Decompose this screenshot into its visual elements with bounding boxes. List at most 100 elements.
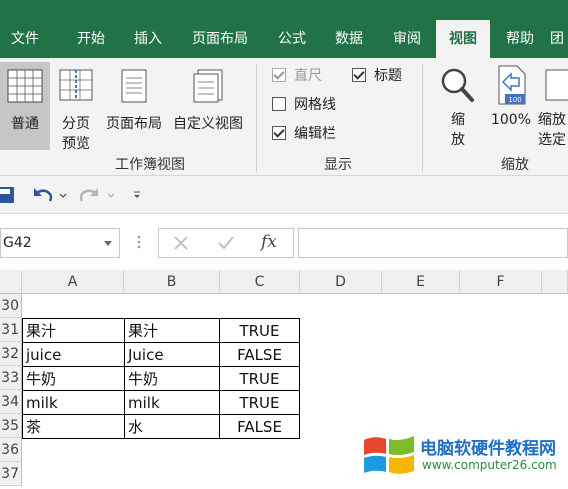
page-break-preview-icon [59, 69, 93, 101]
column-header-d[interactable]: D [300, 270, 382, 294]
headings-check-icon [352, 68, 366, 82]
row-header[interactable]: 37 [0, 462, 22, 486]
tab-review[interactable]: 审阅 [380, 20, 434, 58]
cell-b33[interactable]: 牛奶 [125, 367, 219, 391]
insert-function-icon[interactable]: fx [261, 232, 277, 252]
undo-dropdown-icon[interactable] [58, 191, 68, 201]
tab-help[interactable]: 帮助 [494, 20, 546, 58]
tab-file[interactable]: 文件 [0, 20, 50, 58]
watermark-url: www.computer26.com [422, 458, 557, 472]
watermark: 电脑软硬件教程网 www.computer26.com [360, 428, 568, 484]
chevron-down-icon[interactable] [103, 240, 113, 248]
cell-c33[interactable]: TRUE [220, 367, 299, 391]
tab-home[interactable]: 开始 [62, 20, 120, 58]
formula-bar-label: 编辑栏 [294, 126, 336, 142]
cell-c34[interactable]: TRUE [220, 391, 299, 415]
zoom-to-selection-label-2: 选定 [538, 132, 566, 148]
formula-input[interactable] [298, 228, 568, 258]
column-header-a[interactable]: A [22, 270, 124, 294]
more-options-icon[interactable] [136, 235, 142, 251]
row-header[interactable]: 33 [0, 366, 22, 390]
cell-b35[interactable]: 水 [125, 415, 219, 439]
zoom-100-icon: 100 [498, 65, 526, 105]
column-header-e[interactable]: E [382, 270, 460, 294]
zoom-100-button[interactable]: 100 100% [488, 62, 534, 150]
column-header-c[interactable]: C [220, 270, 300, 294]
cell-a35[interactable]: 茶 [23, 415, 123, 439]
row-header[interactable]: 32 [0, 342, 22, 366]
tab-formulas[interactable]: 公式 [266, 20, 318, 58]
column-header-g[interactable] [542, 270, 568, 294]
zoom-label-1: 缩 [451, 112, 465, 128]
cell-a32[interactable]: juice [23, 343, 123, 367]
page-break-preview-label-1: 分页 [62, 116, 90, 132]
ribbon-tab-bar: 文件 开始 插入 页面布局 公式 数据 审阅 视图 帮助 团 [0, 0, 568, 58]
cell-b34[interactable]: milk [125, 391, 219, 415]
name-box[interactable]: G42 [0, 228, 120, 258]
magnifier-icon [441, 68, 474, 102]
cell-a34[interactable]: milk [23, 391, 123, 415]
cell-a33[interactable]: 牛奶 [23, 367, 123, 391]
zoom-100-label: 100% [490, 112, 532, 128]
gridlines-checkbox[interactable]: 网格线 [272, 95, 336, 115]
zoom-100-badge: 100 [508, 96, 521, 104]
page-layout-view-button[interactable]: 页面布局 [102, 62, 166, 150]
formula-buttons: fx [158, 228, 294, 258]
headings-label: 标题 [374, 68, 402, 84]
headings-checkbox[interactable]: 标题 [352, 66, 402, 86]
tab-page-layout[interactable]: 页面布局 [180, 20, 260, 58]
workbook-views-group-label: 工作簿视图 [115, 157, 185, 173]
cancel-icon[interactable] [173, 235, 189, 251]
ruler-label: 直尺 [294, 68, 322, 84]
select-all-corner[interactable] [0, 270, 22, 294]
row-header[interactable]: 31 [0, 318, 22, 342]
watermark-title: 电脑软硬件教程网 [420, 439, 556, 459]
redo-icon[interactable] [78, 185, 100, 205]
row-header[interactable]: 36 [0, 438, 22, 462]
formula-bar: G42 fx [0, 214, 568, 270]
cell-a31[interactable]: 果汁 [23, 319, 123, 343]
zoom-to-selection-button[interactable]: 缩放 选定 [536, 62, 568, 150]
page-break-preview-button[interactable]: 分页 预览 [52, 62, 100, 152]
tab-data[interactable]: 数据 [322, 20, 376, 58]
page-break-preview-label-2: 预览 [62, 136, 90, 152]
normal-view-button[interactable]: 普通 [0, 62, 50, 150]
ruler-checkbox: 直尺 [272, 66, 322, 86]
tab-more[interactable]: 团 [550, 20, 568, 58]
tab-insert[interactable]: 插入 [122, 20, 174, 58]
normal-view-label: 普通 [11, 116, 39, 132]
save-icon[interactable] [0, 185, 16, 205]
zoom-label-2: 放 [451, 132, 465, 148]
redo-dropdown-icon[interactable] [106, 191, 116, 201]
formula-bar-check-icon [272, 126, 286, 140]
zoom-to-selection-icon [545, 69, 568, 101]
ruler-check-icon [272, 68, 286, 82]
zoom-group-label: 缩放 [501, 157, 529, 173]
enter-icon[interactable] [217, 235, 235, 251]
windows-logo-icon [364, 436, 414, 474]
cell-b31[interactable]: 果汁 [125, 319, 219, 343]
row-header[interactable]: 30 [0, 294, 22, 318]
page-layout-label: 页面布局 [106, 116, 162, 132]
custom-views-button[interactable]: 自定义视图 [168, 62, 248, 150]
cell-b32[interactable]: Juice [125, 343, 219, 367]
cell-c31[interactable]: TRUE [220, 319, 299, 343]
quick-access-toolbar [0, 176, 568, 214]
cell-c35[interactable]: FALSE [220, 415, 299, 439]
gridlines-check-icon [272, 97, 286, 111]
group-separator [422, 64, 423, 172]
group-separator [256, 64, 257, 172]
tab-view[interactable]: 视图 [436, 20, 490, 58]
page-layout-icon [121, 69, 147, 103]
column-header-f[interactable]: F [460, 270, 542, 294]
undo-icon[interactable] [32, 185, 54, 205]
formula-bar-checkbox[interactable]: 编辑栏 [272, 124, 336, 144]
gridlines-label: 网格线 [294, 97, 336, 113]
row-header[interactable]: 34 [0, 390, 22, 414]
cell-c32[interactable]: FALSE [220, 343, 299, 367]
row-header[interactable]: 35 [0, 414, 22, 438]
column-header-b[interactable]: B [124, 270, 220, 294]
zoom-button[interactable]: 缩 放 [436, 62, 480, 150]
customize-toolbar-icon[interactable] [132, 190, 142, 200]
ribbon-view-panel: 普通 分页 预览 页面布局 自定义视图 工作簿视图 直尺 标题 网格线 编辑栏 … [0, 58, 568, 176]
